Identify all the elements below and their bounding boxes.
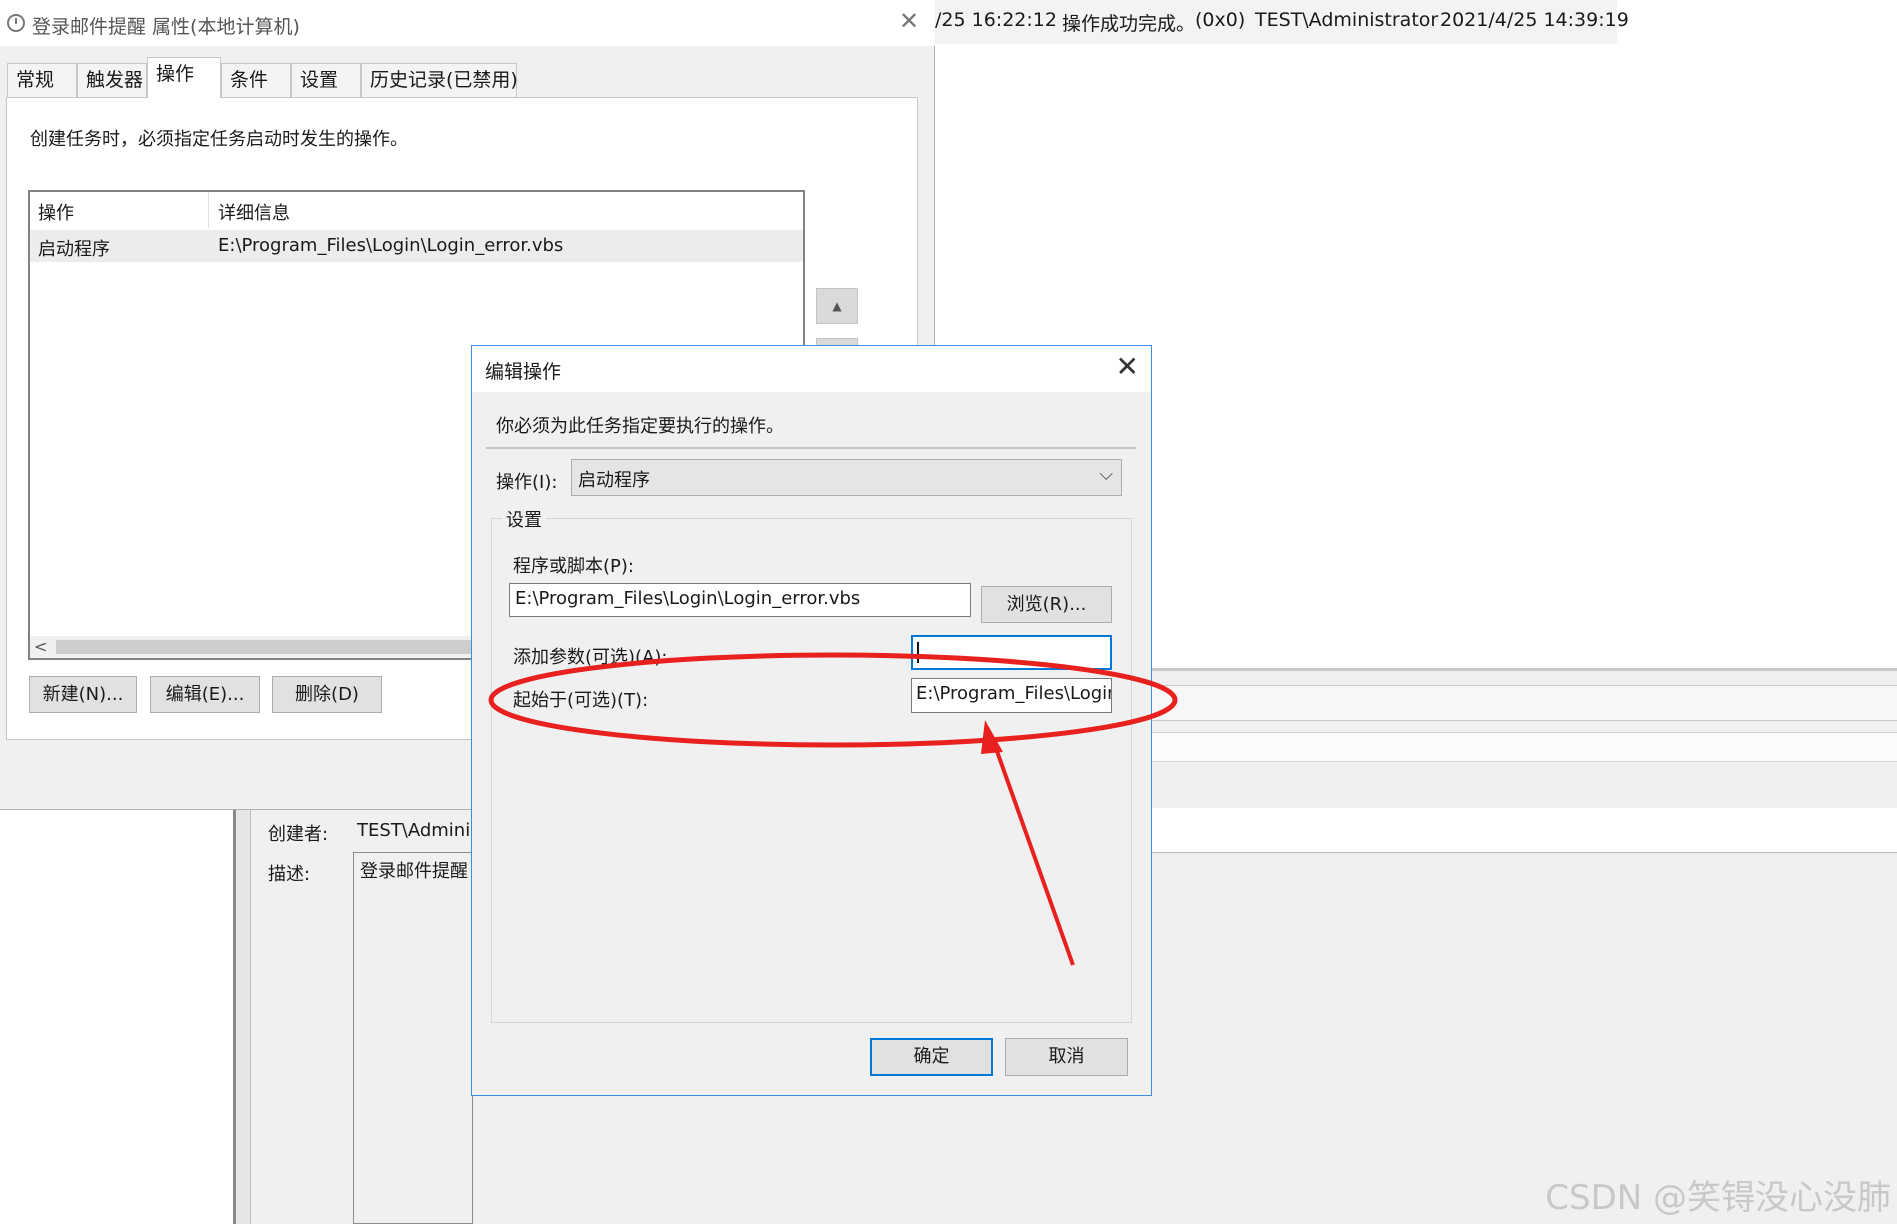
divider [486,447,1136,449]
new-action-button[interactable]: 新建(N)... [29,676,137,713]
dialog-instruction: 你必须为此任务指定要执行的操作。 [496,416,784,437]
log-time: /25 16:22:12 [935,9,1057,31]
column-header-details[interactable]: 详细信息 [218,199,290,225]
log-datetime: 2021/4/25 14:39:19 [1440,9,1629,31]
column-header-action[interactable]: 操作 [38,199,74,225]
cancel-button[interactable]: 取消 [1005,1038,1128,1076]
log-result: 操作成功完成。 [1062,13,1196,35]
history-log-row: /25 16:22:12 操作成功完成。 (0x0) TEST\Administ… [935,0,1629,44]
scroll-left-icon[interactable]: < [34,637,47,656]
dialog-titlebar: 编辑操作 ✕ [472,346,1151,392]
program-script-input[interactable]: E:\Program_Files\Login\Login_error.vbs [509,583,971,617]
start-in-label: 起始于(可选)(T): [513,690,649,711]
arguments-input[interactable] [911,635,1112,670]
arguments-label: 添加参数(可选)(A): [513,647,668,668]
settings-legend: 设置 [502,506,546,532]
log-code: (0x0) [1195,9,1246,31]
creator-value: TEST\Adminis [357,820,480,841]
dialog-title: 编辑操作 [485,361,562,383]
tab-actions[interactable]: 操作 [147,57,221,98]
close-icon[interactable]: ✕ [897,9,921,34]
tab-conditions[interactable]: 条件 [221,63,291,97]
move-up-button[interactable]: ▲ [816,288,858,324]
close-icon[interactable]: ✕ [1116,352,1139,382]
background-panel-strip [1150,808,1897,853]
description-label: 描述: [268,864,311,885]
tab-general[interactable]: 常规 [7,63,77,97]
clock-icon [7,14,25,32]
background-panel-row [1150,685,1897,721]
creator-label: 创建者: [268,824,329,845]
program-script-label: 程序或脚本(P): [513,556,634,577]
ok-button[interactable]: 确定 [870,1038,993,1076]
edit-action-button[interactable]: 编辑(E)... [150,676,260,713]
watermark: CSDN @笑锝没心没肺 [1545,1178,1891,1218]
row-action: 启动程序 [38,239,110,260]
tab-triggers[interactable]: 触发器 [77,63,147,97]
actions-instruction: 创建任务时，必须指定任务启动时发生的操作。 [30,129,408,150]
log-user: TEST\Administrator [1255,9,1439,31]
background-panel-row [1150,732,1897,762]
start-in-input[interactable]: E:\Program_Files\Login [911,678,1112,713]
description-text: 登录邮件提醒 [360,861,468,882]
window-title: 登录邮件提醒 属性(本地计算机) [32,16,300,38]
text-caret [917,642,919,663]
column-divider[interactable] [208,192,209,228]
pane-splitter[interactable] [233,810,251,1224]
browse-button[interactable]: 浏览(R)... [981,586,1112,623]
edit-action-dialog: 编辑操作 ✕ 你必须为此任务指定要执行的操作。 操作(I): 启动程序 ⌵ 设置… [471,345,1152,1096]
description-field[interactable]: 登录邮件提醒 [353,852,473,1224]
action-type-label: 操作(I): [496,472,558,493]
tab-history[interactable]: 历史记录(已禁用) [361,63,518,97]
list-header: 操作 详细信息 [30,192,803,228]
action-type-select[interactable]: 启动程序 ⌵ [571,459,1122,496]
delete-action-button[interactable]: 删除(D) [272,676,382,713]
action-type-value: 启动程序 [578,470,650,491]
row-details: E:\Program_Files\Login\Login_error.vbs [218,235,564,256]
properties-titlebar: 登录邮件提醒 属性(本地计算机) ✕ [0,0,935,46]
table-row[interactable]: 启动程序 E:\Program_Files\Login\Login_error.… [30,230,803,262]
chevron-down-icon[interactable]: ⌵ [1099,464,1113,485]
tab-settings[interactable]: 设置 [291,63,361,97]
